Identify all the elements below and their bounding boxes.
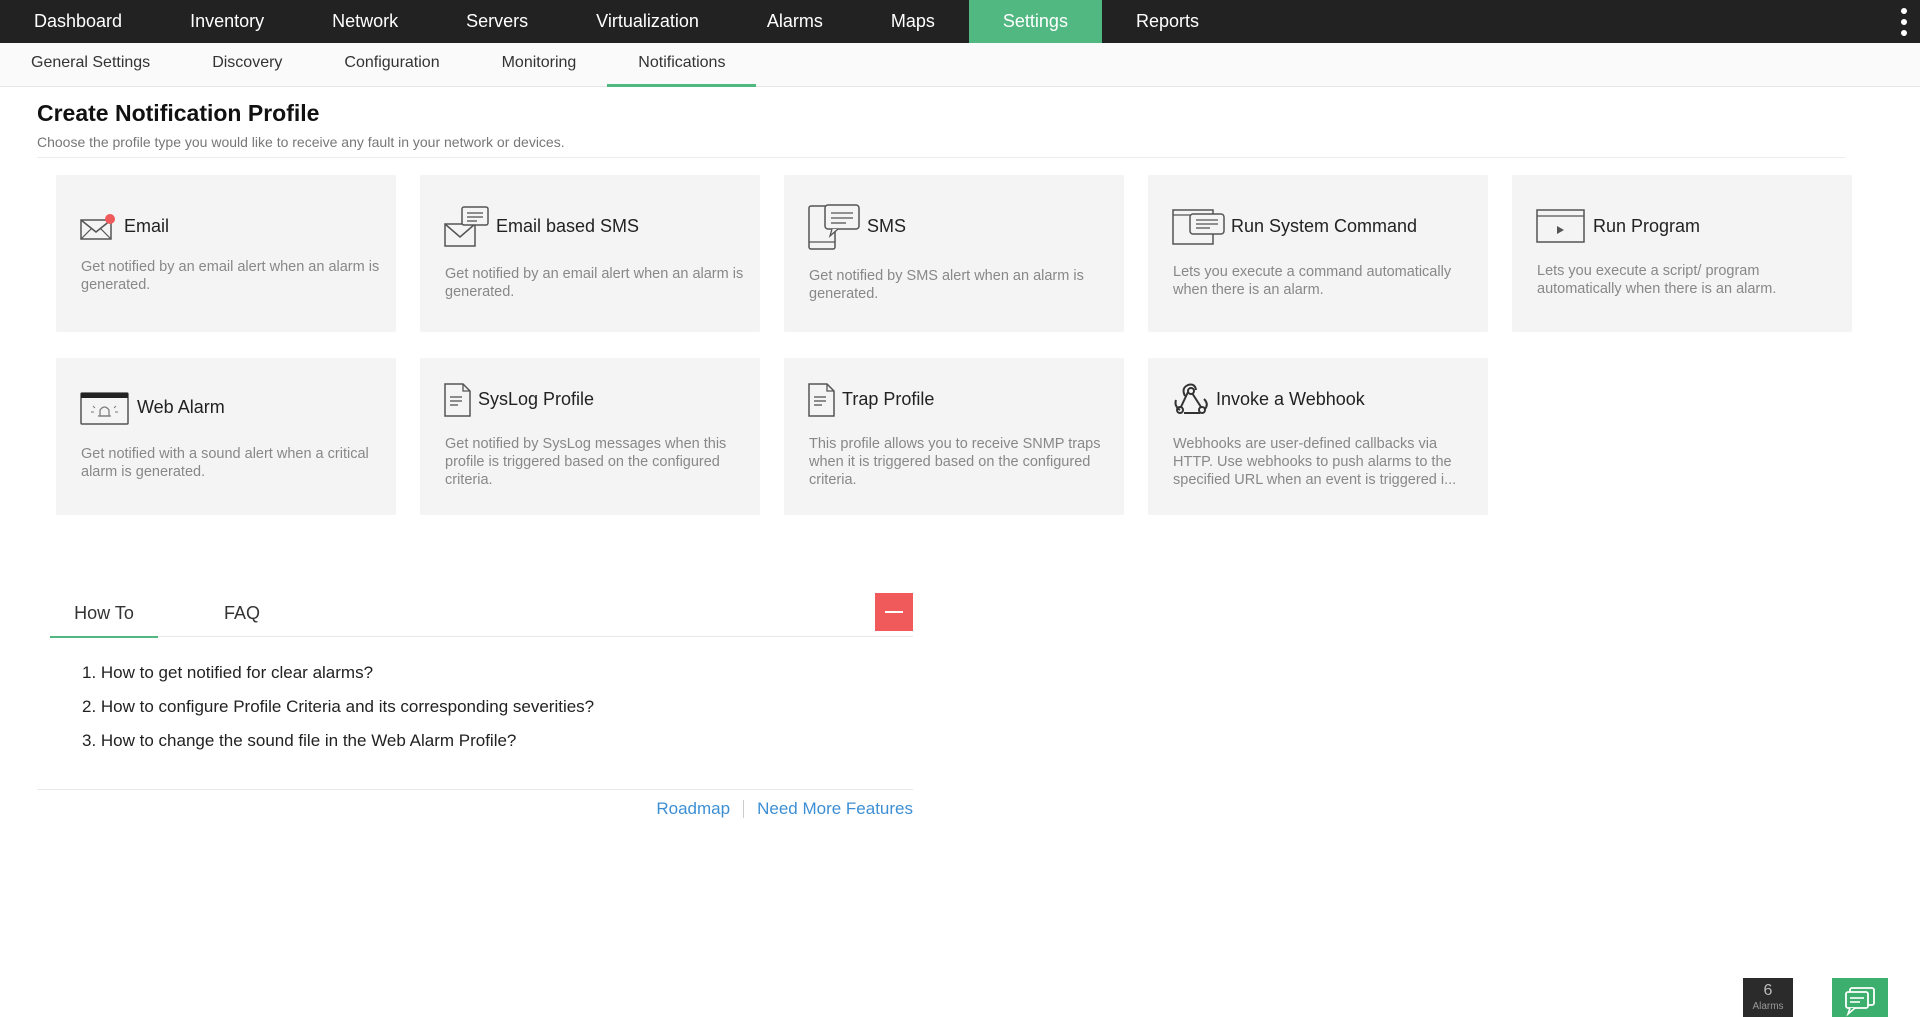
page-title: Create Notification Profile — [37, 100, 320, 126]
nav-servers[interactable]: Servers — [432, 0, 562, 43]
alarm-label: Alarms — [1752, 1001, 1784, 1012]
card-description: Get notified by an email alert when an a… — [81, 259, 380, 293]
nav-inventory[interactable]: Inventory — [156, 0, 298, 43]
list-item[interactable]: 1. How to get notified for clear alarms? — [82, 660, 594, 694]
nav-network[interactable]: Network — [298, 0, 432, 43]
email-icon — [80, 213, 116, 241]
how-to-list: 1. How to get notified for clear alarms?… — [82, 660, 594, 762]
chat-button[interactable] — [1832, 978, 1888, 1017]
card-title: Email — [124, 216, 170, 236]
need-more-features-link[interactable]: Need More Features — [757, 799, 913, 819]
card-title: Trap Profile — [842, 389, 935, 409]
card-description: Get notified by SMS alert when an alarm … — [809, 268, 1084, 302]
chat-icon — [1845, 987, 1875, 1017]
trap-document-icon — [808, 383, 836, 417]
card-description: Lets you execute a command automatically… — [1173, 264, 1452, 298]
webhook-icon — [1172, 382, 1210, 418]
syslog-document-icon — [444, 383, 472, 417]
help-divider — [37, 789, 913, 790]
system-command-icon — [1172, 206, 1226, 246]
nav-settings[interactable]: Settings — [968, 0, 1102, 43]
page-subtitle: Choose the profile type you would like t… — [37, 134, 565, 150]
nav-dashboard[interactable]: Dashboard — [0, 0, 156, 43]
card-description: Get notified by an email alert when an a… — [445, 266, 744, 300]
tab-general-settings[interactable]: General Settings — [0, 43, 181, 87]
tab-discovery[interactable]: Discovery — [181, 43, 313, 87]
sms-icon — [808, 203, 862, 251]
footer-links: Roadmap Need More Features — [656, 799, 913, 819]
help-tabs: How To FAQ — [50, 594, 913, 638]
card-description: Webhooks are user-defined callbacks via … — [1173, 436, 1457, 488]
nav-alarms[interactable]: Alarms — [733, 0, 857, 43]
profile-card-run-system-command[interactable]: Run System Command Lets you execute a co… — [1148, 175, 1488, 332]
roadmap-link[interactable]: Roadmap — [656, 799, 730, 819]
tab-configuration[interactable]: Configuration — [313, 43, 470, 87]
web-alarm-icon — [80, 392, 130, 426]
link-separator — [743, 800, 745, 818]
tab-monitoring[interactable]: Monitoring — [471, 43, 608, 87]
card-description: Get notified by SysLog messages when thi… — [445, 436, 727, 488]
header-divider — [37, 157, 1845, 158]
profile-card-run-program[interactable]: Run Program Lets you execute a script/ p… — [1512, 175, 1852, 332]
tab-how-to[interactable]: How To — [50, 594, 158, 638]
list-item[interactable]: 2. How to configure Profile Criteria and… — [82, 694, 594, 728]
nav-virtualization[interactable]: Virtualization — [562, 0, 733, 43]
email-sms-icon — [444, 206, 490, 248]
profile-card-webhook[interactable]: Invoke a Webhook Webhooks are user-defin… — [1148, 358, 1488, 515]
list-item[interactable]: 3. How to change the sound file in the W… — [82, 728, 594, 762]
card-title: Run Program — [1593, 216, 1701, 236]
profile-card-syslog[interactable]: SysLog Profile Get notified by SysLog me… — [420, 358, 760, 515]
profile-card-email-sms[interactable]: Email based SMS Get notified by an email… — [420, 175, 760, 332]
tab-notifications[interactable]: Notifications — [607, 43, 757, 87]
card-title: Invoke a Webhook — [1216, 389, 1365, 409]
collapse-help-button[interactable] — [875, 593, 913, 631]
card-title: SysLog Profile — [478, 389, 595, 409]
profile-card-web-alarm[interactable]: Web Alarm Get notified with a sound aler… — [56, 358, 396, 515]
card-title: Run System Command — [1231, 216, 1418, 236]
more-options-icon[interactable] — [1898, 8, 1910, 36]
profile-card-sms[interactable]: SMS Get notified by SMS alert when an al… — [784, 175, 1124, 332]
nav-reports[interactable]: Reports — [1102, 0, 1233, 43]
card-description: Get notified with a sound alert when a c… — [81, 446, 369, 480]
top-navigation-bar: Dashboard Inventory Network Servers Virt… — [0, 0, 1920, 43]
card-title: Web Alarm — [137, 397, 225, 417]
profile-card-email[interactable]: Email Get notified by an email alert whe… — [56, 175, 396, 332]
tab-faq[interactable]: FAQ — [202, 594, 282, 637]
alarm-count: 6 — [1763, 982, 1773, 999]
profile-card-trap[interactable]: Trap Profile This profile allows you to … — [784, 358, 1124, 515]
settings-sub-navigation: General Settings Discovery Configuration… — [0, 43, 1920, 87]
card-description: Lets you execute a script/ program autom… — [1537, 263, 1777, 297]
card-title: SMS — [867, 216, 907, 236]
alarm-count-widget[interactable]: 6 Alarms — [1743, 978, 1793, 1017]
nav-maps[interactable]: Maps — [857, 0, 969, 43]
run-program-icon — [1536, 208, 1586, 244]
card-title: Email based SMS — [496, 216, 640, 236]
card-description: This profile allows you to receive SNMP … — [809, 436, 1101, 488]
